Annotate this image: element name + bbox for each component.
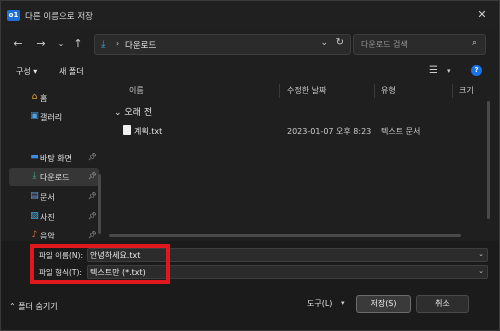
desktop-icon: ▬ <box>30 152 39 162</box>
filetype-dropdown-chevron-icon[interactable]: ⌄ <box>478 267 484 275</box>
column-divider[interactable] <box>452 84 453 98</box>
navigation-pane: ⌂ 홈 ▣ 갤러리 ▬ 바탕 화면 📌︎ ⤓ 다운로드 📌︎ ▤ 문서 📌︎ ▨… <box>1 84 105 239</box>
download-folder-icon: ⤓ <box>101 39 106 50</box>
view-chevron-icon[interactable]: ▾ <box>447 67 451 75</box>
refresh-icon[interactable]: ↻ <box>336 37 344 48</box>
music-icon: ♪ <box>31 230 38 239</box>
horizontal-scrollbar[interactable] <box>109 234 461 237</box>
sidebar-item-home[interactable]: ⌂ 홈 <box>9 89 99 107</box>
column-header-name[interactable]: 이름 <box>129 85 144 96</box>
home-icon: ⌂ <box>31 92 38 102</box>
command-bar: 구성 ▾ 새 폴더 ☰ ▾ <box>1 62 499 82</box>
breadcrumb-downloads[interactable]: 다운로드 <box>125 39 156 51</box>
search-box[interactable]: 다운로드 검색 ⌕ <box>353 34 486 55</box>
view-options-icon[interactable]: ☰ <box>429 65 438 76</box>
file-modified: 2023-01-07 오후 8:23 <box>287 127 372 136</box>
sidebar-item-label: 바탕 화면 <box>40 154 72 163</box>
sidebar-item-label: 다운로드 <box>40 173 70 182</box>
column-header-size[interactable]: 크기 <box>459 85 474 96</box>
picture-icon: ▨ <box>30 211 39 221</box>
sidebar-item-label: 음악 <box>40 232 55 239</box>
search-icon: ⌕ <box>471 38 477 48</box>
file-type: 텍스트 문서 <box>381 127 421 136</box>
sidebar-item-label: 갤러리 <box>40 113 63 122</box>
title-bar: o1 다른 이름으로 저장 ✕ <box>1 1 499 29</box>
pin-icon[interactable]: 📌︎ <box>88 212 97 220</box>
forward-arrow-icon[interactable]: → <box>34 37 48 51</box>
sidebar-item-documents[interactable]: ▤ 문서 📌︎ <box>9 188 99 206</box>
sidebar-item-desktop[interactable]: ▬ 바탕 화면 📌︎ <box>9 149 99 167</box>
file-list-scrollbar[interactable] <box>487 101 490 219</box>
address-dropdown-chevron-icon[interactable]: ⌄ <box>320 38 328 48</box>
file-name[interactable]: 계획.txt <box>134 126 162 137</box>
column-divider[interactable] <box>279 84 280 98</box>
column-header-type[interactable]: 유형 <box>381 85 396 96</box>
save-button[interactable]: 저장(S) <box>356 295 411 313</box>
up-arrow-icon[interactable]: ↑ <box>71 37 85 51</box>
address-bar[interactable]: ⤓ › 다운로드 ⌄ ↻ <box>94 34 351 55</box>
column-divider[interactable] <box>374 84 375 98</box>
back-arrow-icon[interactable]: ← <box>11 37 25 51</box>
tools-chevron-icon[interactable]: ▾ <box>341 299 345 307</box>
sidebar-item-gallery[interactable]: ▣ 갤러리 <box>9 108 99 126</box>
sidebar-item-label: 홈 <box>40 94 48 103</box>
dialog-title: 다른 이름으로 저장 <box>25 12 93 22</box>
highlight-box <box>30 244 170 284</box>
gallery-icon: ▣ <box>30 111 39 121</box>
pin-icon[interactable]: 📌︎ <box>88 153 97 161</box>
sidebar-item-music[interactable]: ♪ 음악 📌︎ <box>9 227 99 239</box>
sidebar-scrollbar[interactable] <box>98 174 101 234</box>
cancel-button[interactable]: 취소 <box>416 295 469 313</box>
text-file-icon <box>123 125 131 135</box>
sidebar-item-label: 문서 <box>40 193 55 202</box>
organize-menu-button[interactable]: 구성 ▾ <box>16 66 37 77</box>
sidebar-item-downloads[interactable]: ⤓ 다운로드 📌︎ <box>9 168 99 186</box>
file-list: 이름 수정한 날짜 유형 크기 ⌄ 오래 전 계획.txt 2023-01-07… <box>107 84 499 239</box>
filename-dropdown-chevron-icon[interactable]: ⌄ <box>478 250 484 258</box>
column-header-modified[interactable]: 수정한 날짜 <box>287 85 326 96</box>
hide-folders-button[interactable]: ⌃ 폴더 숨기기 <box>9 301 58 312</box>
save-as-dialog: o1 다른 이름으로 저장 ✕ ← → ⌄ ↑ ⤓ › 다운로드 ⌄ ↻ 다운로… <box>0 0 500 331</box>
recent-locations-chevron-icon[interactable]: ⌄ <box>54 37 68 51</box>
document-icon: ▤ <box>30 191 39 201</box>
new-folder-button[interactable]: 새 폴더 <box>59 66 84 77</box>
breadcrumb-separator-icon: › <box>116 39 120 48</box>
download-icon: ⤓ <box>32 171 37 181</box>
pin-icon[interactable]: 📌︎ <box>88 231 97 239</box>
close-button[interactable]: ✕ <box>475 8 489 22</box>
sidebar-item-label: 사진 <box>40 213 55 222</box>
group-header[interactable]: ⌄ 오래 전 <box>114 105 152 118</box>
search-input[interactable]: 다운로드 검색 <box>361 39 408 50</box>
pin-icon[interactable]: 📌︎ <box>88 192 97 200</box>
pin-icon[interactable]: 📌︎ <box>88 172 97 180</box>
tools-button[interactable]: 도구(L) <box>307 298 332 309</box>
help-icon[interactable]: ? <box>471 65 482 76</box>
sidebar-item-pictures[interactable]: ▨ 사진 📌︎ <box>9 208 99 226</box>
app-icon: o1 <box>7 10 20 21</box>
